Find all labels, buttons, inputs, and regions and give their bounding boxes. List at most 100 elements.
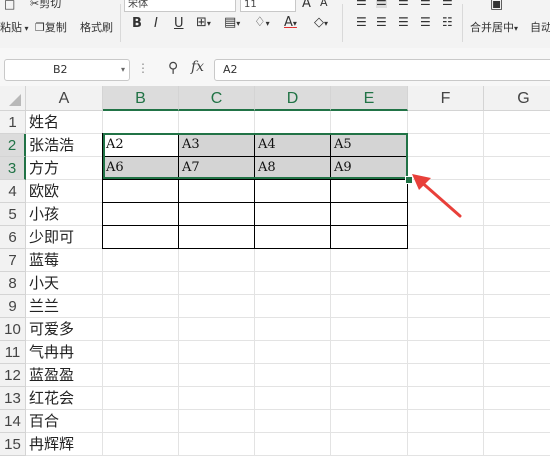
cell-a1[interactable]: 姓名 bbox=[26, 111, 103, 134]
column-header-d[interactable]: D bbox=[255, 86, 331, 111]
cell-c12[interactable] bbox=[179, 364, 255, 387]
cell-a11[interactable]: 气冉冉 bbox=[26, 341, 103, 364]
cell-c14[interactable] bbox=[179, 410, 255, 433]
cell-a14[interactable]: 百合 bbox=[26, 410, 103, 433]
cell-f15[interactable] bbox=[408, 433, 484, 456]
merge-center-button[interactable]: 合并居中▾ bbox=[470, 21, 518, 35]
table-cell-b5[interactable] bbox=[103, 203, 179, 226]
shrink-font-button[interactable]: A bbox=[320, 0, 328, 9]
align-bottom-icon[interactable]: ☰ bbox=[398, 0, 409, 8]
row-header-12[interactable]: 12 bbox=[0, 364, 26, 387]
cell-e11[interactable] bbox=[331, 341, 408, 364]
row-header-9[interactable]: 9 bbox=[0, 295, 26, 318]
cell-b15[interactable] bbox=[103, 433, 179, 456]
column-header-g[interactable]: G bbox=[484, 86, 550, 111]
cell-a5[interactable]: 小孩 bbox=[26, 203, 103, 226]
cell-b12[interactable] bbox=[103, 364, 179, 387]
cell-b8[interactable] bbox=[103, 272, 179, 295]
clear-format-icon[interactable]: ◇▾ bbox=[314, 15, 328, 30]
cell-g10[interactable] bbox=[484, 318, 550, 341]
cell-g15[interactable] bbox=[484, 433, 550, 456]
cell-f11[interactable] bbox=[408, 341, 484, 364]
zoom-search-icon[interactable]: ⚲ bbox=[168, 60, 178, 76]
border-icon[interactable]: ⊞▾ bbox=[196, 15, 211, 30]
font-size-select[interactable]: 11 bbox=[240, 0, 296, 12]
align-center-icon[interactable]: ☰ bbox=[376, 15, 387, 29]
cell-e9[interactable] bbox=[331, 295, 408, 318]
cell-c7[interactable] bbox=[179, 249, 255, 272]
row-header-11[interactable]: 11 bbox=[0, 341, 26, 364]
table-cell-d4[interactable] bbox=[255, 180, 331, 203]
cell-g6[interactable] bbox=[484, 226, 550, 249]
cell-a12[interactable]: 蓝盈盈 bbox=[26, 364, 103, 387]
row-header-4[interactable]: 4 bbox=[0, 180, 26, 203]
cell-f8[interactable] bbox=[408, 272, 484, 295]
cell-a6[interactable]: 少即可 bbox=[26, 226, 103, 249]
cut-button[interactable]: ✂剪切 bbox=[30, 0, 61, 10]
cell-g14[interactable] bbox=[484, 410, 550, 433]
cell-g3[interactable] bbox=[484, 157, 550, 180]
row-header-1[interactable]: 1 bbox=[0, 111, 26, 134]
paste-button[interactable]: 粘贴 ▾ bbox=[0, 21, 29, 35]
bold-button[interactable]: B bbox=[132, 16, 142, 31]
cell-e8[interactable] bbox=[331, 272, 408, 295]
cell-d9[interactable] bbox=[255, 295, 331, 318]
cell-d7[interactable] bbox=[255, 249, 331, 272]
table-cell-e4[interactable] bbox=[331, 180, 408, 203]
cell-b10[interactable] bbox=[103, 318, 179, 341]
paste-icon[interactable]: □ bbox=[4, 0, 15, 11]
row-header-7[interactable]: 7 bbox=[0, 249, 26, 272]
row-header-15[interactable]: 15 bbox=[0, 433, 26, 456]
cell-d13[interactable] bbox=[255, 387, 331, 410]
cell-a7[interactable]: 蓝莓 bbox=[26, 249, 103, 272]
indent-icon[interactable]: ☰ bbox=[442, 0, 453, 8]
row-header-13[interactable]: 13 bbox=[0, 387, 26, 410]
cell-f12[interactable] bbox=[408, 364, 484, 387]
cell-g4[interactable] bbox=[484, 180, 550, 203]
cell-g13[interactable] bbox=[484, 387, 550, 410]
wrap-text-button[interactable]: 自动 bbox=[530, 21, 550, 34]
format-painter-button[interactable]: 格式刷 bbox=[80, 21, 113, 34]
cell-g2[interactable] bbox=[484, 134, 550, 157]
cell-d15[interactable] bbox=[255, 433, 331, 456]
cell-e15[interactable] bbox=[331, 433, 408, 456]
italic-button[interactable]: I bbox=[154, 16, 158, 31]
fill-color-icon[interactable]: ♢▾ bbox=[254, 15, 270, 30]
row-header-10[interactable]: 10 bbox=[0, 318, 26, 341]
cell-style-icon[interactable]: ▤▾ bbox=[224, 15, 240, 30]
font-name-select[interactable]: 宋体 bbox=[124, 0, 236, 12]
cell-b9[interactable] bbox=[103, 295, 179, 318]
cell-d11[interactable] bbox=[255, 341, 331, 364]
row-header-14[interactable]: 14 bbox=[0, 410, 26, 433]
row-header-5[interactable]: 5 bbox=[0, 203, 26, 226]
cell-e7[interactable] bbox=[331, 249, 408, 272]
cell-f6[interactable] bbox=[408, 226, 484, 249]
table-cell-d6[interactable] bbox=[255, 226, 331, 249]
row-header-3[interactable]: 3 bbox=[0, 157, 26, 180]
cell-g9[interactable] bbox=[484, 295, 550, 318]
cell-a15[interactable]: 冉辉辉 bbox=[26, 433, 103, 456]
table-cell-c5[interactable] bbox=[179, 203, 255, 226]
font-color-icon[interactable]: A▾ bbox=[284, 15, 297, 30]
table-cell-c4[interactable] bbox=[179, 180, 255, 203]
cell-d1[interactable] bbox=[255, 111, 331, 134]
cell-c1[interactable] bbox=[179, 111, 255, 134]
row-header-6[interactable]: 6 bbox=[0, 226, 26, 249]
cell-c9[interactable] bbox=[179, 295, 255, 318]
align-middle-icon[interactable]: ☰ bbox=[376, 0, 387, 8]
cell-g7[interactable] bbox=[484, 249, 550, 272]
cell-d10[interactable] bbox=[255, 318, 331, 341]
cell-a2[interactable]: 张浩浩 bbox=[26, 134, 103, 157]
cell-e12[interactable] bbox=[331, 364, 408, 387]
cell-b13[interactable] bbox=[103, 387, 179, 410]
cell-a4[interactable]: 欧欧 bbox=[26, 180, 103, 203]
table-cell-b4[interactable] bbox=[103, 180, 179, 203]
column-header-e[interactable]: E bbox=[331, 86, 408, 111]
cell-b11[interactable] bbox=[103, 341, 179, 364]
cell-c15[interactable] bbox=[179, 433, 255, 456]
cell-b14[interactable] bbox=[103, 410, 179, 433]
cell-d8[interactable] bbox=[255, 272, 331, 295]
align-right-icon[interactable]: ☰ bbox=[398, 15, 409, 29]
table-cell-c3[interactable]: A7 bbox=[179, 157, 255, 180]
fx-icon[interactable]: fx bbox=[191, 59, 204, 75]
